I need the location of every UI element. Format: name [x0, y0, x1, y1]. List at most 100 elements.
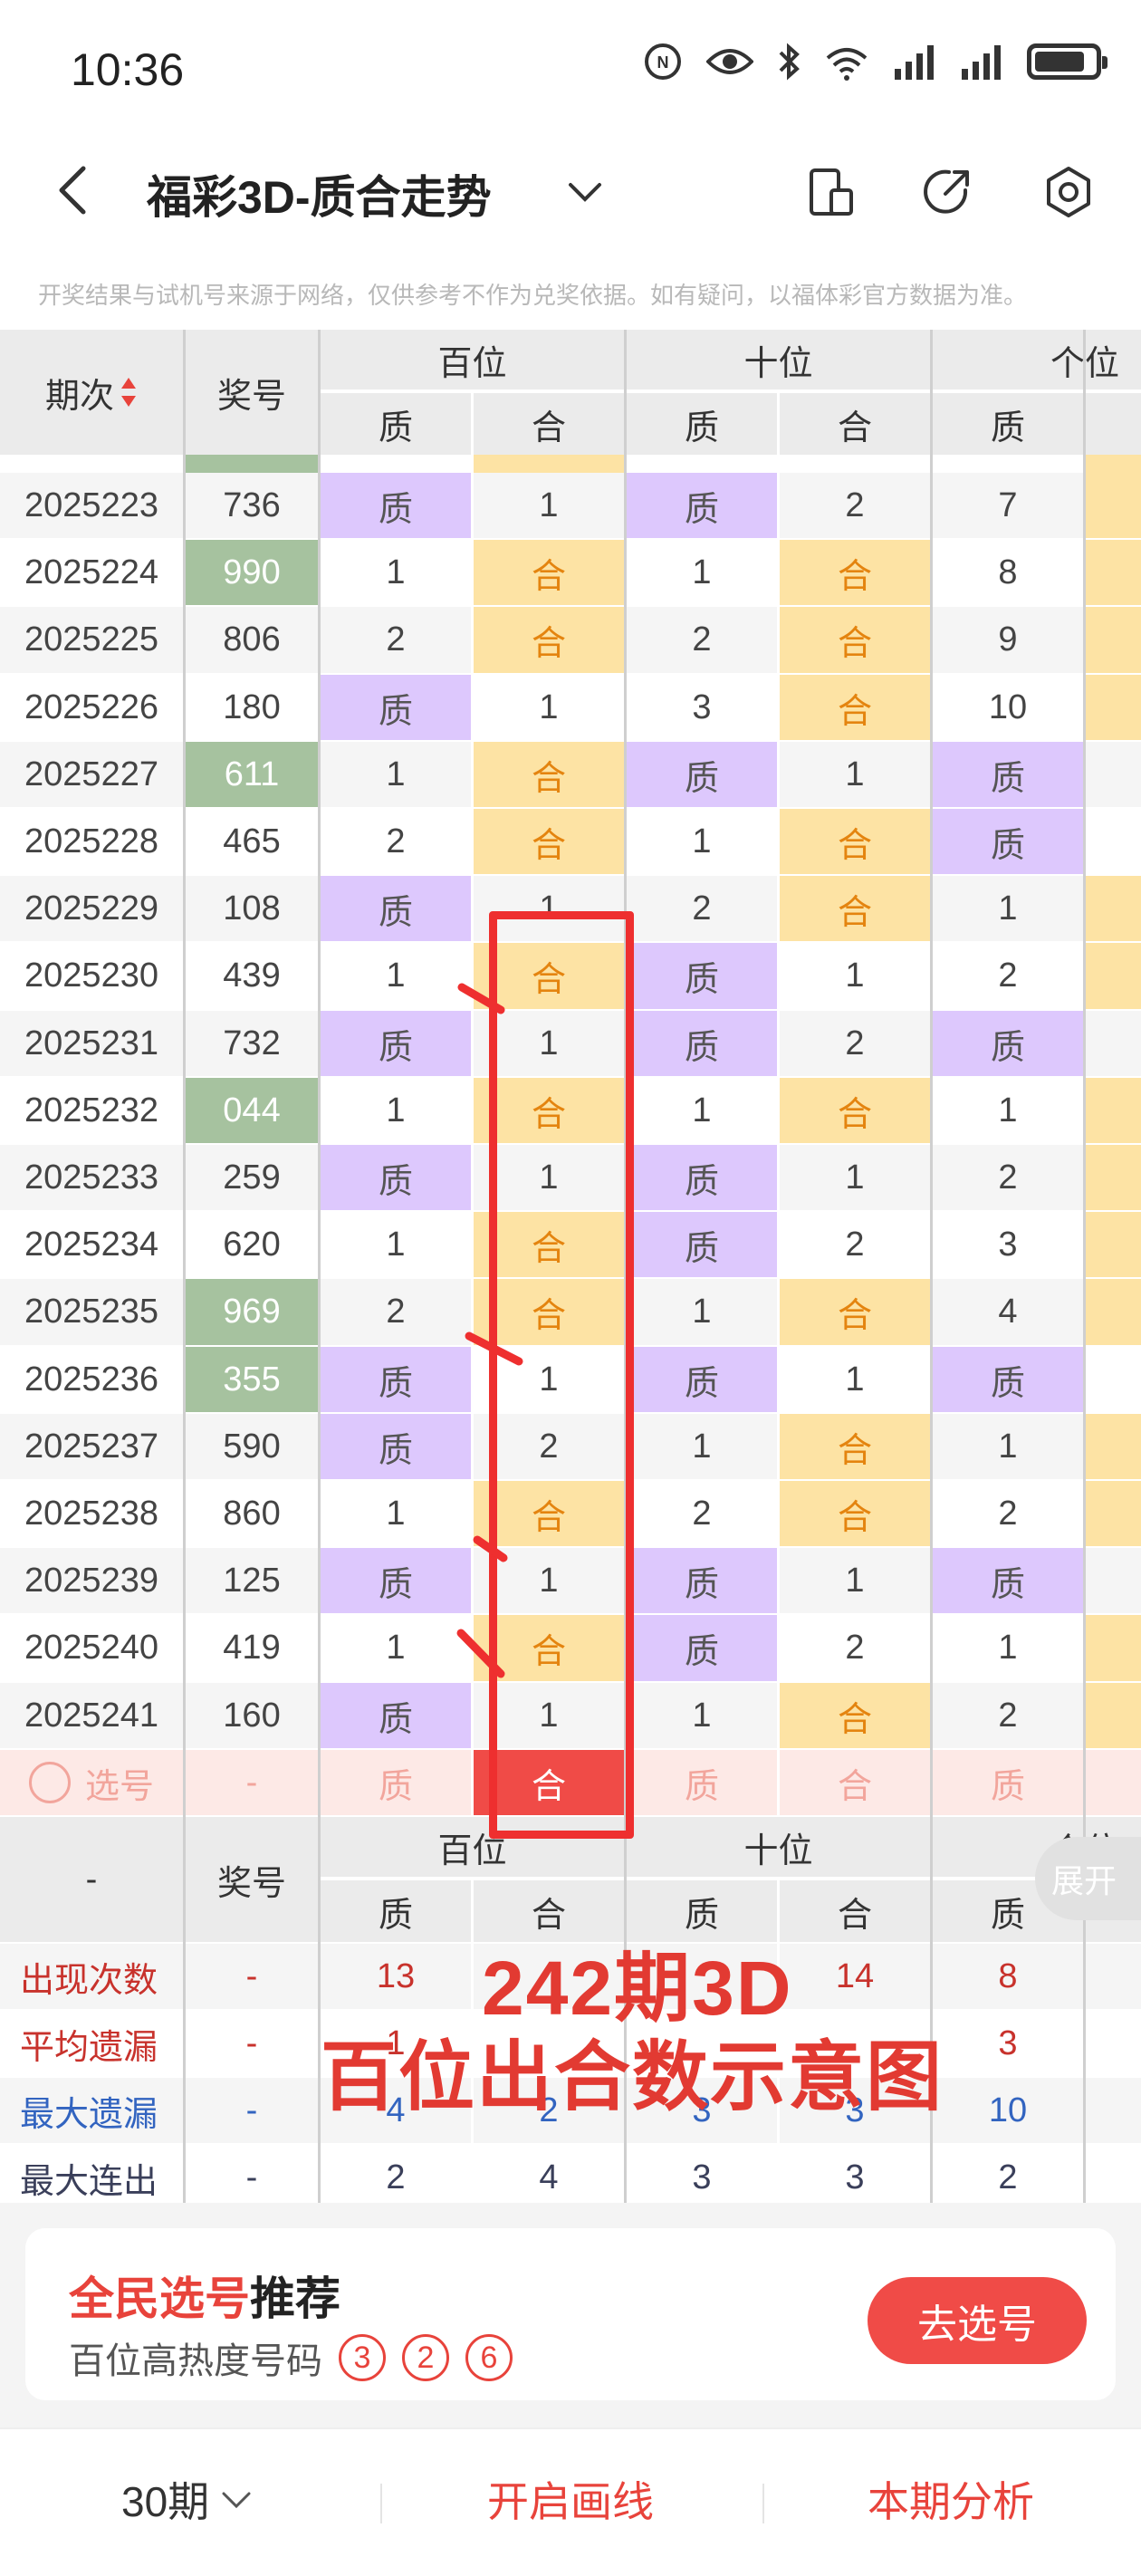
table-cell-h1: 1: [321, 742, 471, 807]
table-cell-t1: 质: [627, 1011, 777, 1076]
table-cell-t2: 合: [780, 607, 930, 673]
select-toggle-t1[interactable]: 质: [627, 1750, 777, 1815]
table-cell-h1: 2: [321, 607, 471, 673]
select-toggle-u2[interactable]: [1086, 1750, 1141, 1815]
table-cell-h1: 质: [321, 876, 471, 941]
svg-text:N: N: [657, 53, 669, 72]
subheader-prime: 质: [933, 393, 1083, 455]
device-switch-icon[interactable]: [802, 163, 860, 221]
table-row-period[interactable]: 2025227: [0, 742, 183, 807]
table-row-number[interactable]: 860: [186, 1481, 318, 1546]
table-row-period[interactable]: 2025238: [0, 1481, 183, 1546]
stat-number: -: [186, 2145, 318, 2210]
table-row-period[interactable]: 2025230: [0, 943, 183, 1009]
chevron-down-icon: [222, 2492, 251, 2509]
draw-line-button[interactable]: 开启画线: [487, 2469, 654, 2529]
table-row-number[interactable]: 969: [186, 1279, 318, 1345]
table-cell-u1: 质: [933, 1347, 1083, 1412]
table-row-number[interactable]: 806: [186, 607, 318, 673]
table-row-number[interactable]: 732: [186, 1011, 318, 1076]
chevron-down-icon[interactable]: [565, 176, 605, 208]
table-cell-t1: 质: [627, 473, 777, 538]
table-cell-t2: 合: [780, 540, 930, 605]
table-cell-u1: 1: [933, 1414, 1083, 1479]
subheader-composite: 合: [780, 393, 930, 455]
table-cell-u2: [1086, 540, 1141, 605]
subheader-prime: 质: [321, 393, 471, 455]
table-cell-u2: [1086, 1212, 1141, 1277]
table-cell-t1: 1: [627, 809, 777, 874]
analysis-button[interactable]: 本期分析: [868, 2469, 1034, 2529]
table-row-period[interactable]: 2025235: [0, 1279, 183, 1345]
stat-value-u1: 3: [933, 2011, 1083, 2076]
table-row-period[interactable]: 2025234: [0, 1212, 183, 1277]
table-row-period[interactable]: 2025229: [0, 876, 183, 941]
stat-value-u2: [1086, 2078, 1141, 2143]
table-row-number[interactable]: 355: [186, 1347, 318, 1412]
table-row-number[interactable]: 419: [186, 1615, 318, 1681]
select-row-label-text: 选号: [84, 1767, 154, 1806]
table-row-period[interactable]: 2025223: [0, 473, 183, 538]
table-row-number[interactable]: 125: [186, 1548, 318, 1613]
settings-icon[interactable]: [1040, 163, 1098, 221]
select-toggle-u1[interactable]: 质: [933, 1750, 1083, 1815]
page-title[interactable]: 福彩3D-质合走势: [147, 161, 492, 226]
select-row-label[interactable]: 选号: [0, 1750, 183, 1815]
table-row-period[interactable]: 2025232: [0, 1078, 183, 1143]
annotation-subtitle: 百位出合数示意图: [321, 2034, 944, 2119]
footer-header-dash: -: [0, 1817, 183, 1942]
table-row-period[interactable]: 2025224: [0, 540, 183, 605]
select-toggle-t2[interactable]: 合: [780, 1750, 930, 1815]
table-row-period[interactable]: 2025226: [0, 675, 183, 740]
table-cell-u1: 质: [933, 1548, 1083, 1613]
share-icon[interactable]: [918, 163, 976, 221]
stat-number: -: [186, 2011, 318, 2076]
table-cell-u1: 1: [933, 1078, 1083, 1143]
table-cell-t1: 质: [627, 1347, 777, 1412]
table-row-period[interactable]: 2025241: [0, 1683, 183, 1748]
table-cell-t1: 2: [627, 876, 777, 941]
table-row-period[interactable]: 2025231: [0, 1011, 183, 1076]
disclaimer-text: 开奖结果与试机号来源于网络，仅供参考不作为兑奖依据。如有疑问，以福体彩官方数据为…: [38, 282, 1028, 309]
battery-fill: [1035, 52, 1085, 72]
table-row-period[interactable]: 2025239: [0, 1548, 183, 1613]
table-row-number[interactable]: 044: [186, 1078, 318, 1143]
go-select-button[interactable]: 去选号: [868, 2277, 1087, 2364]
table-cell-u1: 1: [933, 876, 1083, 941]
table-row-number[interactable]: 611: [186, 742, 318, 807]
signal-icon: [895, 45, 934, 80]
table-row-period[interactable]: 2025225: [0, 607, 183, 673]
table-row-number[interactable]: 439: [186, 943, 318, 1009]
footer-group-tens: 十位: [627, 1817, 930, 1877]
table-cell-t1: 质: [627, 1145, 777, 1210]
table-cell-t2: 2: [780, 1011, 930, 1076]
table-cell-h1: 1: [321, 540, 471, 605]
table-row-number[interactable]: 620: [186, 1212, 318, 1277]
back-arrow-icon[interactable]: [47, 161, 105, 219]
row-partial: [1086, 455, 1141, 473]
stat-value-u2: [1086, 2011, 1141, 2076]
table-row-number[interactable]: 259: [186, 1145, 318, 1210]
select-toggle-h1[interactable]: 质: [321, 1750, 471, 1815]
table-cell-u1: 4: [933, 1279, 1083, 1345]
recommend-subtitle-row: 百位高热度号码 3 2 6: [69, 2331, 513, 2384]
table-row-period[interactable]: 2025240: [0, 1615, 183, 1681]
table-row-period[interactable]: 2025236: [0, 1347, 183, 1412]
table-cell-u2: [1086, 1145, 1141, 1210]
table-row-number[interactable]: 160: [186, 1683, 318, 1748]
table-row-number[interactable]: 108: [186, 876, 318, 941]
table-row-number[interactable]: 736: [186, 473, 318, 538]
table-row-period[interactable]: 2025228: [0, 809, 183, 874]
table-cell-h2: 合: [474, 540, 624, 605]
table-row-number[interactable]: 180: [186, 675, 318, 740]
expand-button[interactable]: 展开: [1035, 1837, 1141, 1920]
table-row-period[interactable]: 2025233: [0, 1145, 183, 1210]
table-cell-t2: 1: [780, 1145, 930, 1210]
column-header-period[interactable]: 期次: [0, 330, 183, 455]
table-row-period[interactable]: 2025237: [0, 1414, 183, 1479]
table-row-number[interactable]: 465: [186, 809, 318, 874]
column-header-period-label: 期次: [44, 377, 114, 416]
table-row-number[interactable]: 990: [186, 540, 318, 605]
period-selector[interactable]: 30期: [121, 2469, 253, 2529]
table-row-number[interactable]: 590: [186, 1414, 318, 1479]
